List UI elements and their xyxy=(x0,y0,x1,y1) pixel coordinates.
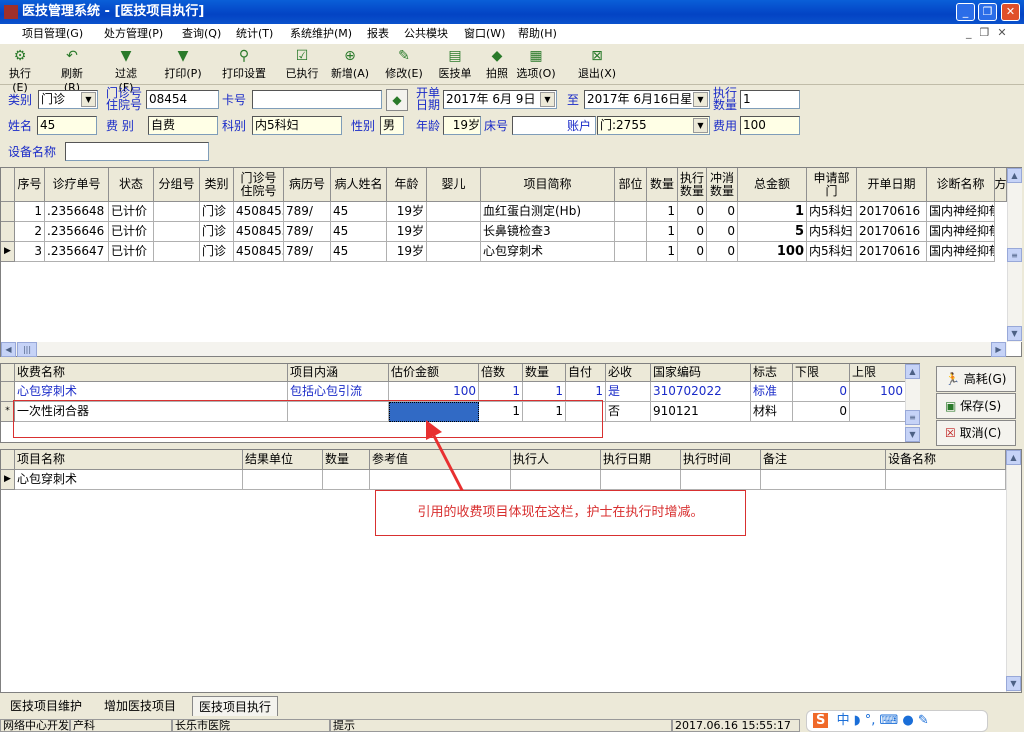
tab-2[interactable]: 医技项目执行 xyxy=(192,696,279,716)
status-panel-4: 2017.06.16 15:55:17 xyxy=(672,719,800,732)
status-panel-2: 长乐市医院 xyxy=(172,719,330,732)
tab-0[interactable]: 医技项目维护 xyxy=(4,696,88,716)
status-panel-0: 网络中心开发 xyxy=(0,719,70,732)
ime-mode[interactable]: 中 xyxy=(837,713,850,728)
annotation-callout: 引用的收费项目体现在这栏，护士在执行时增减。 xyxy=(375,490,746,536)
tab-1[interactable]: 增加医技项目 xyxy=(98,696,182,716)
status-panel-1: 产科 xyxy=(70,719,172,732)
ime-toolbar[interactable]: S 中 ◗ °, ⌨ ● ✎ xyxy=(806,710,988,732)
annotation-arrow xyxy=(426,420,467,497)
status-panel-3: 提示 xyxy=(330,719,672,732)
sogou-icon: S xyxy=(813,713,829,728)
